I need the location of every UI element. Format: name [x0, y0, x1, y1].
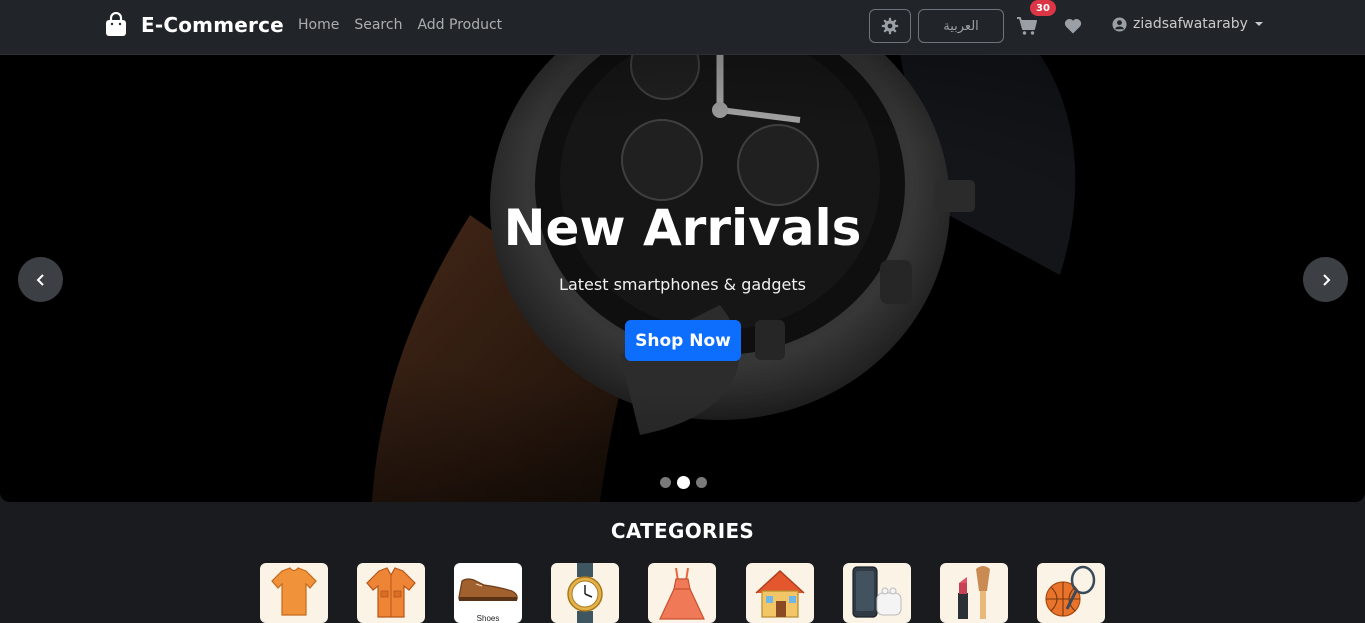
tshirt-icon — [271, 567, 317, 616]
categories-heading: CATEGORIES — [610, 519, 755, 543]
phone-earbuds-icon — [852, 566, 902, 618]
watch-icon — [551, 563, 619, 623]
carousel-next-button[interactable] — [1303, 257, 1348, 302]
category-home[interactable] — [746, 563, 814, 623]
chevron-right-icon — [1322, 273, 1330, 286]
heart-icon[interactable] — [1064, 17, 1082, 35]
cart-icon[interactable] — [1016, 16, 1038, 36]
language-toggle-button[interactable]: العربية — [918, 9, 1004, 43]
cart-count-badge: 30 — [1030, 0, 1056, 16]
carousel-indicators — [660, 476, 707, 489]
hero-subtitle: Latest smartphones & gadgets — [559, 275, 806, 294]
nav-home[interactable]: Home — [298, 17, 339, 33]
category-dresses[interactable] — [648, 563, 716, 623]
category-beauty[interactable] — [940, 563, 1008, 623]
hero-carousel: New Arrivals Latest smartphones & gadget… — [0, 55, 1365, 502]
category-shirts[interactable] — [357, 563, 425, 623]
sports-balls-icon — [1045, 565, 1096, 617]
user-menu[interactable]: ziadsafwataraby — [1112, 16, 1263, 32]
shirt-icon — [366, 567, 416, 618]
top-navbar: E-Commerce Home Search Add Product العرب… — [0, 0, 1365, 55]
category-watches[interactable] — [551, 563, 619, 623]
settings-button[interactable] — [869, 9, 911, 43]
dress-icon — [659, 567, 705, 620]
cosmetics-icon — [958, 566, 990, 619]
nav-add-product[interactable]: Add Product — [417, 17, 502, 33]
category-shoes[interactable]: Shoes — [454, 563, 522, 623]
carousel-dot-3[interactable] — [696, 477, 707, 488]
chevron-left-icon — [36, 273, 44, 286]
user-circle-icon — [1112, 16, 1127, 32]
shoes-label: Shoes — [476, 614, 500, 623]
hero-title: New Arrivals — [503, 199, 862, 257]
category-clothing[interactable] — [260, 563, 328, 623]
nav-links: Home Search Add Product — [298, 17, 502, 33]
carousel-dot-1[interactable] — [660, 477, 671, 488]
gear-icon — [881, 17, 899, 35]
shopping-bag-icon — [106, 12, 126, 36]
shop-now-button[interactable]: Shop Now — [625, 320, 741, 361]
category-electronics[interactable] — [843, 563, 911, 623]
brand-name: E-Commerce — [141, 13, 284, 37]
brand[interactable]: E-Commerce — [105, 12, 284, 38]
category-sports[interactable] — [1037, 563, 1105, 623]
carousel-prev-button[interactable] — [18, 257, 63, 302]
username: ziadsafwataraby — [1133, 16, 1248, 32]
nav-search[interactable]: Search — [354, 17, 402, 33]
chevron-down-icon — [1254, 22, 1263, 26]
house-icon — [755, 569, 805, 618]
carousel-dot-2[interactable] — [677, 476, 690, 489]
